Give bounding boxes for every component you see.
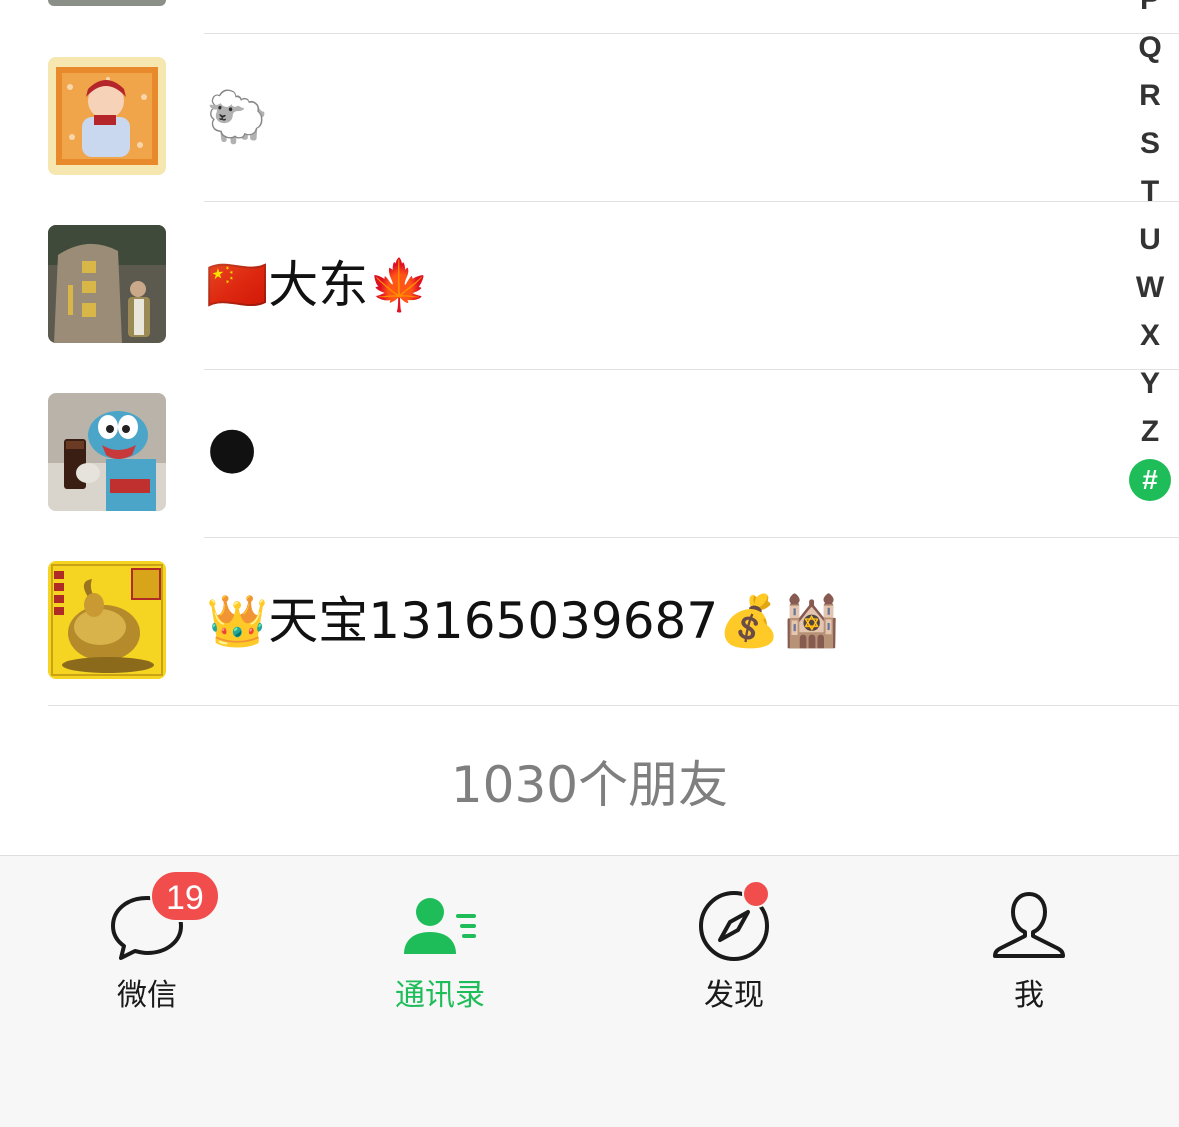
index-letter[interactable]: U [1128, 216, 1172, 264]
index-letter[interactable]: P [1128, 0, 1172, 24]
index-letter[interactable]: Z [1128, 408, 1172, 456]
contact-list: 🐑 🇨🇳大东🍁 🌑 👑天宝13165039687💰🕍 1030个朋友 Q R S… [0, 0, 1179, 855]
index-letter[interactable]: Y [1128, 360, 1172, 408]
tab-chats[interactable]: 19 微信 [47, 856, 247, 1026]
tab-contacts[interactable]: 通讯录 [340, 856, 540, 1026]
index-letter[interactable]: R [1128, 72, 1172, 120]
contact-name: 🐑 [206, 88, 269, 146]
tab-label: 我 [1014, 978, 1044, 1013]
contact-avatar [48, 225, 166, 343]
contact-avatar [48, 393, 166, 511]
contact-row[interactable]: 👑天宝13165039687💰🕍 [0, 537, 1179, 705]
tab-label: 发现 [704, 978, 764, 1013]
list-end-divider [48, 705, 1179, 706]
person-icon [989, 886, 1069, 966]
contacts-icon [400, 886, 480, 966]
contact-row[interactable]: 🌑 [0, 369, 1179, 537]
contact-avatar [48, 561, 166, 679]
contact-name: 👑天宝13165039687💰🕍 [206, 592, 843, 650]
partial-avatar [48, 0, 166, 6]
row-divider [204, 369, 1179, 370]
row-divider [204, 33, 1179, 34]
bottom-tab-bar: 19 微信 通讯录 发现 我 [0, 855, 1179, 1127]
friend-count: 1030个朋友 [450, 756, 729, 814]
index-letter[interactable]: T [1128, 168, 1172, 216]
contact-name: 🇨🇳大东🍁 [206, 256, 431, 314]
index-letter[interactable]: Q [1128, 24, 1172, 72]
tab-label: 微信 [117, 978, 177, 1013]
unread-badge: 19 [150, 870, 220, 922]
contact-row[interactable]: 🐑 [0, 33, 1179, 201]
contact-name: 🌑 [206, 424, 259, 482]
tab-discover[interactable]: 发现 [634, 856, 834, 1026]
index-letter[interactable]: S [1128, 120, 1172, 168]
tab-label: 通讯录 [395, 978, 485, 1013]
new-dot-badge [742, 880, 770, 908]
tab-me[interactable]: 我 [929, 856, 1129, 1026]
contact-avatar [48, 57, 166, 175]
alphabet-index-bar[interactable]: P Q R S T U W X Y Z # [1128, 0, 1172, 504]
index-letter-active[interactable]: # [1128, 456, 1172, 504]
index-letter[interactable]: X [1128, 312, 1172, 360]
index-letter[interactable]: W [1128, 264, 1172, 312]
contact-row[interactable]: 🇨🇳大东🍁 [0, 201, 1179, 369]
